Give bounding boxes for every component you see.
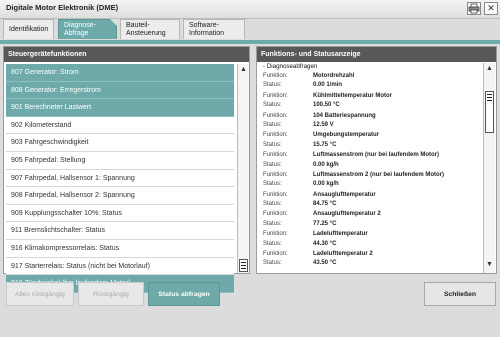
list-item[interactable]: 916 Klimakompressorrelais: Status <box>6 239 234 258</box>
function-value: Kühlmitteltemperatur Motor <box>313 92 393 99</box>
status-value: 43.50 °C <box>313 260 337 267</box>
status-entry: Funktion: Ansauglufttemperatur Status: 84.7… <box>261 191 481 210</box>
function-label: Funktion: <box>263 171 288 178</box>
function-value: Ansauglufttemperatur 2 <box>313 211 381 218</box>
status-label: Status: <box>263 220 282 227</box>
status-entry: Funktion: Luftmassenstrom 2 (nur bei lauf… <box>261 171 481 190</box>
function-list-panel: Steuergerätefunktionen 807 Generator: St… <box>3 46 250 293</box>
tab-bauteil-ansteuerung[interactable]: Bauteil- Ansteuerung <box>120 19 180 39</box>
tab-diagnose-line2: Abfrage <box>64 30 89 37</box>
function-value: Luftmassenstrom 2 (nur bei laufendem Mot… <box>313 171 445 178</box>
scroll-down-icon[interactable] <box>238 248 249 260</box>
function-label: Funktion: <box>263 73 288 79</box>
status-value: 0.00 kg/h <box>313 181 339 188</box>
function-value: Ladelufttemperatur <box>313 231 368 238</box>
close-icon[interactable]: ✕ <box>484 2 498 15</box>
list-item[interactable]: 907 Fahrpedal, Hallsensor 1: Spannung <box>6 169 234 188</box>
undo-button[interactable]: Rückgängig <box>78 282 144 306</box>
status-label: Status: <box>263 201 282 208</box>
status-label: Status: <box>263 181 282 188</box>
status-label: Status: <box>263 260 282 267</box>
tab-bar: Identifikation Diagnose- Abfrage Bauteil… <box>0 18 500 40</box>
function-label: Funktion: <box>263 132 288 139</box>
status-display-panel: Funktions- und Statusanzeige - Diagnosea… <box>256 46 497 274</box>
function-label: Funktion: <box>263 231 288 238</box>
list-item[interactable]: 917 Starterrelais: Status (nicht bei Mot… <box>6 257 234 276</box>
function-value: Ansauglufttemperatur <box>313 191 376 198</box>
list-item[interactable]: 905 Fahrpedal: Stellung <box>6 151 234 170</box>
tab-underline <box>0 40 500 44</box>
function-label: Funktion: <box>263 152 288 159</box>
status-entry: Funktion: Umgebungstemperatur Status: 15.75… <box>261 131 481 150</box>
status-entry: Funktion: Luftmassenstrom (nur bei laufen… <box>261 151 481 170</box>
function-label: Funktion: <box>263 191 288 198</box>
status-display-scrollbar[interactable]: ▲ ▼ <box>483 63 495 273</box>
list-item[interactable]: 807 Generator: Strom <box>6 64 234 82</box>
tab-diagnose-abfrage[interactable]: Diagnose- Abfrage <box>58 19 117 39</box>
list-item[interactable]: 902 Kilometerstand <box>6 116 234 135</box>
status-entries: Funktion: Motordrehzahl Status: 0.00 1/min F… <box>261 72 481 269</box>
function-value: Motordrehzahl <box>313 73 355 79</box>
tab-diagnose-line1: Diagnose- <box>64 22 96 29</box>
function-label: Funktion: <box>263 211 288 218</box>
title-bar: Digitale Motor Elektronik (DME) ✕ <box>0 0 500 19</box>
status-label: Status: <box>263 141 282 148</box>
tab-software-line2: Information <box>189 30 225 37</box>
function-list: 807 Generator: Strom 808 Generator: Erreg… <box>6 64 234 293</box>
tab-software-information[interactable]: Software- Information <box>183 19 245 39</box>
scroll-down-icon[interactable]: ▼ <box>484 259 495 271</box>
status-value: 0.00 1/min <box>313 82 343 89</box>
tab-bauteil-line1: Bauteil- <box>126 22 150 29</box>
list-item[interactable]: 908 Fahrpedal, Hallsensor 2: Spannung <box>6 187 234 205</box>
status-entry: Funktion: Ladelufttemperatur Status: 44.30 … <box>261 230 481 249</box>
function-label: Funktion: <box>263 92 288 99</box>
scroll-up-icon[interactable]: ▲ <box>238 64 249 76</box>
status-label: Status: <box>263 102 282 109</box>
status-value: 0.00 kg/h <box>313 161 339 168</box>
printer-icon[interactable] <box>467 2 481 15</box>
status-value: 12.59 V <box>313 121 334 128</box>
list-item[interactable]: 911 Bremslichtschalter: Status <box>6 222 234 240</box>
undo-all-button[interactable]: Alles rückgängig <box>6 282 74 306</box>
list-item[interactable]: 901 Berechneter Lastwert <box>6 99 234 117</box>
function-list-header: Steuergerätefunktionen <box>4 47 249 62</box>
scroll-thumb[interactable] <box>485 91 494 133</box>
list-item[interactable]: 808 Generator: Erregerstrom <box>6 81 234 100</box>
status-value: 100.50 °C <box>313 102 340 109</box>
status-value: 77.25 °C <box>313 220 337 227</box>
tab-software-line1: Software- <box>189 22 219 29</box>
function-value: 104 Batteriespannung <box>313 112 376 119</box>
list-item[interactable]: 903 Fahrgeschwindigkeit <box>6 134 234 152</box>
scroll-up-icon[interactable]: ▲ <box>484 63 495 75</box>
function-value: Umgebungstemperatur <box>313 132 380 139</box>
close-button[interactable]: Schließen <box>424 282 496 306</box>
tab-bauteil-line2: Ansteuerung <box>126 30 166 37</box>
status-label: Status: <box>263 240 282 247</box>
function-list-scrollbar[interactable]: ▲ <box>237 64 249 273</box>
status-label: Status: <box>263 161 282 168</box>
status-label: Status: <box>263 82 282 89</box>
status-entry: Funktion: Kühlmitteltemperatur Motor Statu… <box>261 92 481 111</box>
status-label: Status: <box>263 121 282 128</box>
status-value: 44.30 °C <box>313 240 337 247</box>
tab-identifikation-label: Identifikation <box>9 26 49 33</box>
status-value: 15.75 °C <box>313 141 337 148</box>
window-title: Digitale Motor Elektronik (DME) <box>6 3 119 12</box>
function-label: Funktion: <box>263 112 288 119</box>
status-entry: Funktion: Ansauglufttemperatur 2 Status: 77… <box>261 210 481 229</box>
status-entry: Funktion: Motordrehzahl Status: 0.00 1/min <box>261 72 481 91</box>
tab-identifikation[interactable]: Identifikation <box>3 19 54 39</box>
status-value: 84.75 °C <box>313 201 337 208</box>
status-display-header: Funktions- und Statusanzeige <box>257 47 496 62</box>
diagnose-section-title: - Diagnoseabfragen <box>263 63 318 70</box>
function-label: Funktion: <box>263 251 288 258</box>
scroll-thumb[interactable] <box>239 259 248 272</box>
status-display-content: - Diagnoseabfragen Funktion: Motordrehzah… <box>261 63 481 273</box>
query-status-button[interactable]: Status abfragen <box>148 282 220 306</box>
status-entry: Funktion: Ladelufttemperatur 2 Status: 43.5… <box>261 250 481 269</box>
list-item[interactable]: 909 Kupplungsschalter 10%: Status <box>6 204 234 223</box>
function-value: Ladelufttemperatur 2 <box>313 251 373 258</box>
status-entry: Funktion: 104 Batteriespannung Status: 12.5… <box>261 112 481 131</box>
function-value: Luftmassenstrom (nur bei laufendem Motor… <box>313 152 440 159</box>
